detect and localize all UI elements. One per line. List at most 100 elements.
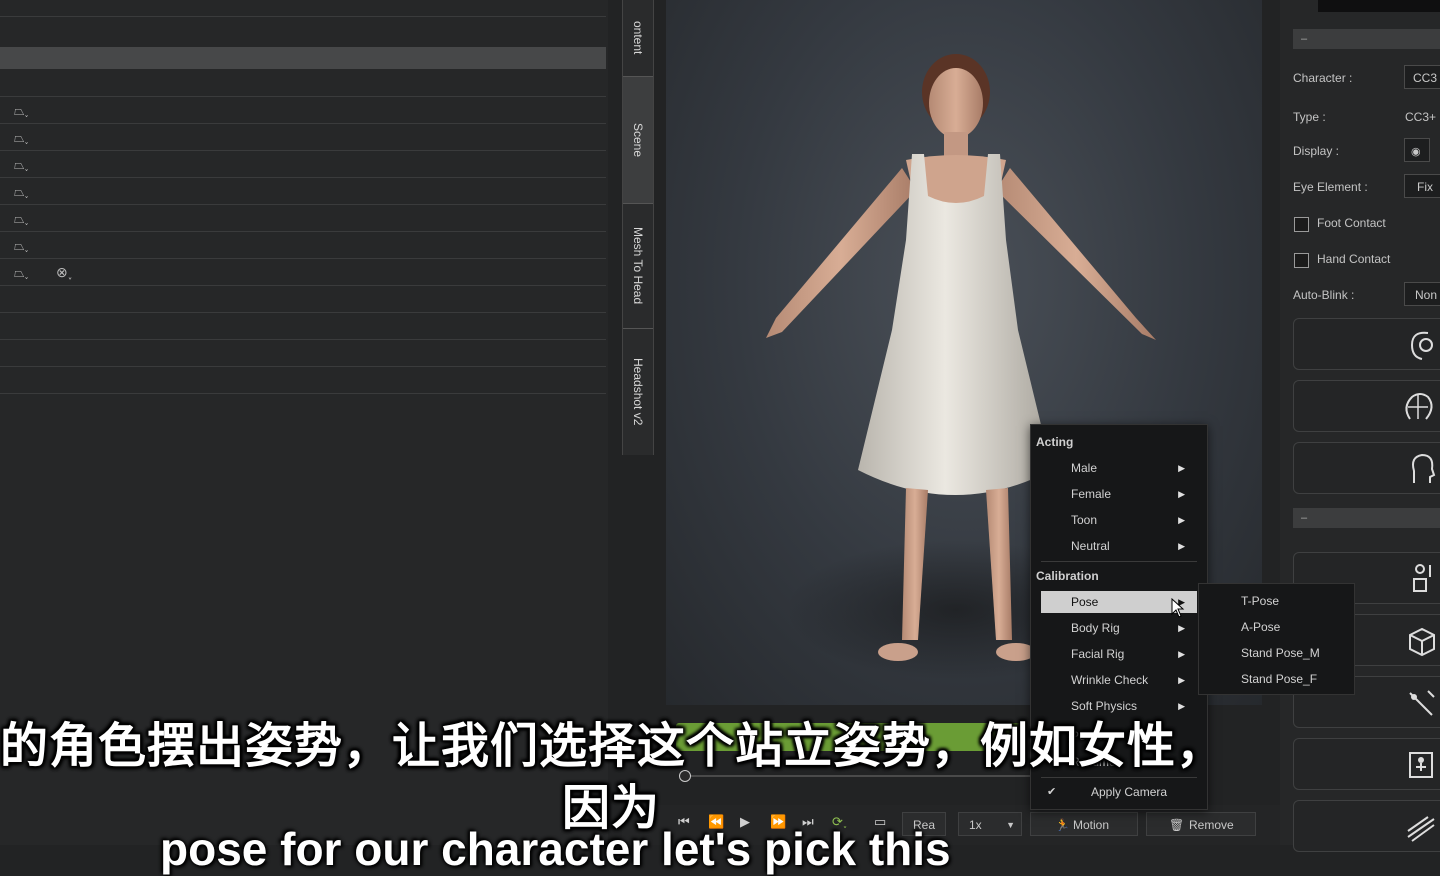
- chevron-right-icon: ▶: [1178, 541, 1185, 551]
- chevron-right-icon: ▶: [1178, 623, 1185, 633]
- eye-element-field[interactable]: Fix: [1404, 174, 1440, 198]
- submenu-item-stand-pose-m[interactable]: Stand Pose_M: [1241, 646, 1320, 660]
- face-tool-button[interactable]: [1293, 318, 1440, 370]
- mouse-cursor-icon: [1171, 598, 1185, 618]
- head-mesh-button[interactable]: [1293, 380, 1440, 432]
- menu-item-apply-camera[interactable]: ✔ Apply Camera: [1041, 781, 1197, 803]
- spring-tool-button[interactable]: [1293, 800, 1440, 852]
- list-row[interactable]: ⏢˯: [0, 205, 606, 232]
- chevron-right-icon: ▶: [1178, 649, 1185, 659]
- menu-separator: [1041, 777, 1197, 778]
- figure-edit-icon: [1413, 564, 1431, 592]
- menu-item-label: Male: [1071, 461, 1098, 475]
- shoe-icon[interactable]: ⏢˯: [14, 103, 29, 119]
- menu-separator: [1041, 561, 1197, 562]
- shoe-icon[interactable]: ⏢˯: [14, 265, 29, 281]
- list-row[interactable]: ⏢˯: [0, 124, 606, 151]
- list-row[interactable]: ⏢˯: [0, 232, 606, 259]
- menu-item-label: Apply Camera: [1091, 785, 1168, 799]
- list-row[interactable]: [0, 313, 606, 340]
- foot-contact-checkbox[interactable]: [1294, 217, 1309, 232]
- chevron-down-icon: ▼: [1006, 820, 1015, 830]
- body-frame-button[interactable]: [1293, 738, 1440, 790]
- menu-item-label: Female: [1071, 487, 1112, 501]
- tab-scene[interactable]: Scene: [623, 77, 653, 204]
- hand-contact-checkbox[interactable]: [1294, 253, 1309, 268]
- hand-contact-label: Hand Contact: [1317, 252, 1391, 266]
- shoe-icon[interactable]: ⏢˯: [14, 157, 29, 173]
- head-profile-icon: [1412, 453, 1436, 483]
- submenu-item-t-pose[interactable]: T-Pose: [1241, 594, 1279, 608]
- left-top-strip: [0, 0, 606, 17]
- tab-mesh-to-head[interactable]: Mesh To Head: [623, 204, 653, 329]
- speed-select[interactable]: 1x ▼: [958, 812, 1022, 836]
- list-row[interactable]: [0, 367, 606, 394]
- eye-element-label: Eye Element :: [1293, 180, 1368, 194]
- chevron-right-icon: ▶: [1178, 675, 1185, 685]
- character-field[interactable]: CC3: [1404, 65, 1440, 89]
- auto-blink-field[interactable]: Non: [1404, 282, 1440, 306]
- remove-button[interactable]: 🗑 Remove: [1146, 812, 1256, 836]
- running-figure-icon: 🏃: [1055, 818, 1070, 832]
- shoe-icon[interactable]: ⏢˯: [14, 130, 29, 146]
- list-row[interactable]: [0, 340, 606, 367]
- check-icon: ✔: [1047, 786, 1057, 798]
- menu-item-toon[interactable]: Toon ▶: [1041, 509, 1197, 531]
- submenu-item-stand-pose-f[interactable]: Stand Pose_F: [1241, 672, 1317, 686]
- menu-item-label: Facial Rig: [1071, 647, 1125, 661]
- shoe-icon[interactable]: ⏢˯: [14, 238, 29, 254]
- display-label: Display :: [1293, 144, 1340, 158]
- eye-icon: ◉: [1411, 146, 1421, 158]
- motion-button[interactable]: 🏃 Motion: [1030, 812, 1138, 836]
- motion-label: Motion: [1073, 818, 1110, 832]
- foot-contact-label: Foot Contact: [1317, 216, 1386, 230]
- head-wireframe-icon: [1405, 393, 1433, 420]
- tab-label: Scene: [631, 122, 645, 158]
- chevron-right-icon: ▶: [1178, 463, 1185, 473]
- shoe-icon[interactable]: ⏢˯: [14, 211, 29, 227]
- tab-content[interactable]: ontent: [623, 0, 653, 77]
- type-value: CC3+: [1405, 110, 1437, 124]
- menu-item-female[interactable]: Female ▶: [1041, 483, 1197, 505]
- menu-item-male[interactable]: Male ▶: [1041, 457, 1197, 479]
- menu-item-label: Body Rig: [1071, 621, 1120, 635]
- top-right-toolbar: [1318, 0, 1440, 12]
- head-profile-button[interactable]: [1293, 442, 1440, 494]
- auto-blink-label: Auto-Blink :: [1293, 288, 1355, 302]
- menu-item-facial-rig[interactable]: Facial Rig ▶: [1041, 643, 1197, 665]
- menu-item-body-rig[interactable]: Body Rig ▶: [1041, 617, 1197, 639]
- display-eye-button[interactable]: ◉: [1404, 138, 1430, 162]
- speed-value: 1x: [969, 818, 982, 832]
- menu-item-label: Neutral: [1071, 539, 1110, 553]
- subtitle-english: pose for our character let's pick this: [160, 823, 951, 875]
- menu-item-wrinkle-check[interactable]: Wrinkle Check ▶: [1041, 669, 1197, 691]
- body-frame-icon: [1409, 752, 1433, 778]
- vertical-tab-strip: ontent Scene Mesh To Head Headshot v2: [622, 0, 654, 455]
- submenu-item-a-pose[interactable]: A-Pose: [1241, 620, 1280, 634]
- calibration-header: Calibration: [1036, 569, 1099, 583]
- menu-item-label: Wrinkle Check: [1071, 673, 1149, 687]
- shoe-icon[interactable]: ⏢˯: [14, 184, 29, 200]
- acting-header: Acting: [1036, 435, 1074, 449]
- chevron-right-icon: ▶: [1178, 489, 1185, 499]
- list-row[interactable]: [0, 286, 606, 313]
- list-row[interactable]: [0, 70, 606, 97]
- chevron-right-icon: ▶: [1178, 515, 1185, 525]
- tab-label: Headshot v2: [631, 358, 645, 426]
- menu-item-label: Toon: [1071, 513, 1098, 527]
- tab-headshot-v2[interactable]: Headshot v2: [623, 329, 653, 455]
- menu-item-label: Pose: [1071, 595, 1099, 609]
- list-row[interactable]: ⏢˯ ⊗˯: [0, 259, 606, 286]
- list-row[interactable]: ⏢˯: [0, 97, 606, 124]
- close-circle-icon[interactable]: ⊗˯: [56, 264, 72, 281]
- section-collapse-bar-2[interactable]: –: [1293, 508, 1440, 528]
- section-collapse-bar[interactable]: –: [1293, 29, 1440, 49]
- menu-item-neutral[interactable]: Neutral ▶: [1041, 535, 1197, 557]
- cube-icon: [1409, 627, 1435, 657]
- tab-label: Mesh To Head: [631, 227, 645, 305]
- list-row[interactable]: ⏢˯: [0, 151, 606, 178]
- pose-submenu: T-Pose A-Pose Stand Pose_M Stand Pose_F: [1198, 583, 1355, 695]
- pin-tool-icon: [1409, 690, 1435, 716]
- list-row[interactable]: ⏢˯: [0, 178, 606, 205]
- subtitle-chinese-line1: 的角色摆出姿势，让我们选择这个站立姿势，例如女性，: [0, 720, 1226, 773]
